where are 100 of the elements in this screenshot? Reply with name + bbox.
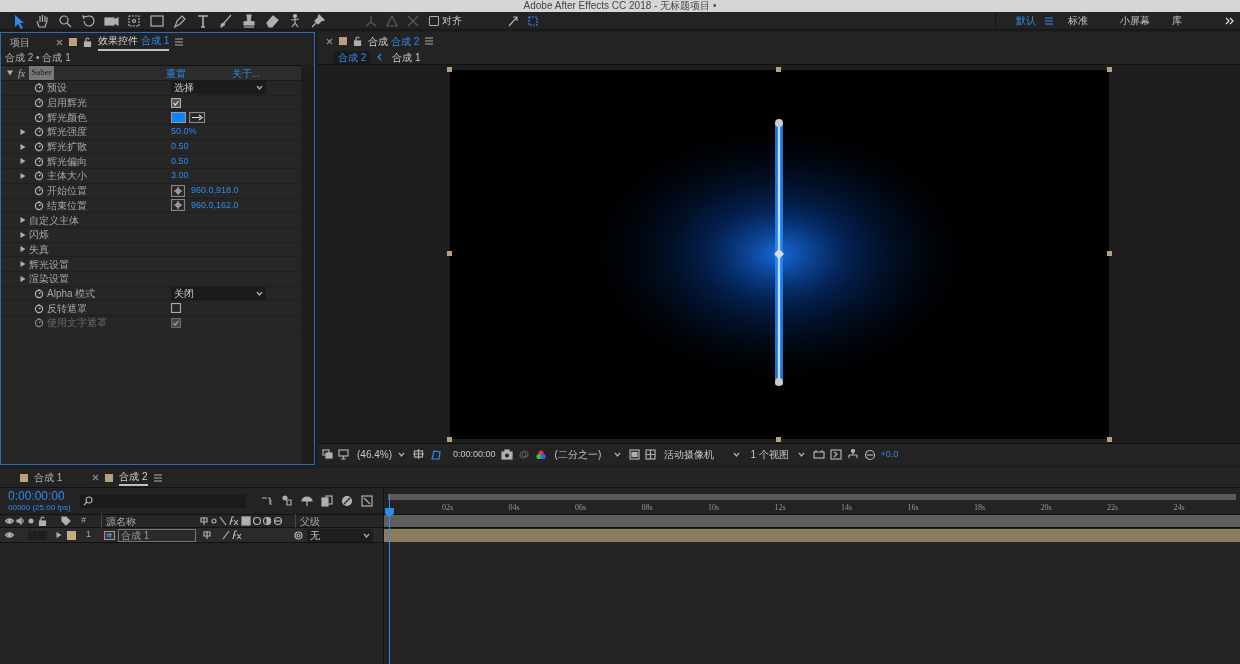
text-tool-icon[interactable] bbox=[195, 12, 211, 29]
brush-icon[interactable] bbox=[218, 12, 234, 29]
stopwatch-icon[interactable] bbox=[34, 185, 44, 197]
crosshair-icon[interactable] bbox=[171, 184, 185, 197]
views-dropdown[interactable]: 1 个视图 bbox=[747, 447, 808, 462]
property-group-label[interactable]: 渲染设置 bbox=[29, 271, 69, 287]
monitor-icon[interactable] bbox=[338, 449, 349, 460]
panel-tab[interactable]: 合成 合成 2 bbox=[368, 33, 420, 49]
search-field[interactable] bbox=[80, 494, 246, 508]
transform-handle[interactable] bbox=[775, 436, 781, 442]
menu-icon[interactable] bbox=[425, 37, 434, 45]
menu-icon[interactable] bbox=[153, 473, 162, 482]
speaker-icon[interactable] bbox=[16, 517, 25, 525]
menu-icon[interactable] bbox=[175, 38, 184, 46]
workspace-tab[interactable]: 小屏幕 bbox=[1120, 13, 1172, 28]
close-icon[interactable] bbox=[56, 38, 63, 46]
stopwatch-icon[interactable] bbox=[34, 155, 44, 167]
snapshot-layers-icon[interactable] bbox=[322, 449, 333, 460]
fast-preview-icon[interactable] bbox=[812, 448, 825, 461]
pin-icon[interactable] bbox=[310, 12, 326, 29]
current-time[interactable]: 0:00:00:00 bbox=[8, 489, 80, 503]
playhead-handle[interactable] bbox=[385, 508, 394, 516]
dropdown[interactable]: 选择 bbox=[171, 81, 266, 95]
transform-handle[interactable] bbox=[1106, 436, 1112, 442]
color-swatch[interactable] bbox=[171, 111, 186, 123]
transform-handle[interactable] bbox=[1106, 66, 1112, 72]
layer-name-field[interactable]: 合成 1 bbox=[118, 528, 196, 542]
graph-editor-icon[interactable] bbox=[361, 495, 373, 507]
expand-arrow-icon[interactable] bbox=[20, 275, 26, 282]
transform-handle[interactable] bbox=[1106, 250, 1112, 256]
parent-dropdown[interactable]: 无 bbox=[307, 528, 373, 542]
expand-arrow-icon[interactable] bbox=[20, 231, 26, 238]
flowchart-icon[interactable] bbox=[846, 448, 859, 461]
bounding-box-icon[interactable] bbox=[526, 13, 540, 28]
camera-icon[interactable] bbox=[500, 449, 513, 460]
lock-icon[interactable] bbox=[353, 36, 362, 46]
lock-icon[interactable] bbox=[83, 37, 92, 47]
property-group-label[interactable]: 失真 bbox=[29, 241, 49, 257]
workspace-tab[interactable]: 标准 bbox=[1068, 13, 1120, 28]
frame-blending-icon[interactable] bbox=[321, 495, 333, 507]
chevron-left-icon[interactable] bbox=[376, 53, 383, 61]
property-group-label[interactable]: 辉光设置 bbox=[29, 256, 69, 272]
workspace-tab[interactable]: 库 bbox=[1172, 13, 1224, 28]
draft-3d-icon[interactable] bbox=[281, 495, 293, 507]
expand-arrow-icon[interactable] bbox=[20, 172, 26, 179]
stopwatch-icon[interactable] bbox=[34, 126, 44, 138]
breadcrumb-tab[interactable]: 合成 2 bbox=[333, 50, 372, 64]
snap-arrow-icon[interactable] bbox=[506, 13, 520, 28]
stopwatch-icon[interactable] bbox=[34, 170, 44, 182]
zoom-dropdown[interactable]: (46.4%) bbox=[354, 447, 408, 462]
rectangle-icon[interactable] bbox=[149, 12, 165, 29]
stopwatch-icon[interactable] bbox=[34, 82, 44, 94]
lock-icon[interactable] bbox=[38, 516, 47, 526]
hide-layers-icon[interactable] bbox=[301, 495, 313, 507]
crosshair-icon[interactable] bbox=[171, 199, 185, 212]
stopwatch-icon[interactable] bbox=[34, 317, 44, 329]
camera-dropdown[interactable]: 活动摄像机 bbox=[660, 447, 743, 462]
expand-arrow-icon[interactable] bbox=[20, 128, 26, 135]
property-group-label[interactable]: 自定义主体 bbox=[29, 212, 79, 228]
pan-behind-icon[interactable] bbox=[126, 12, 142, 29]
checkbox[interactable] bbox=[171, 303, 181, 314]
timeline-tab[interactable]: 合成 1 bbox=[34, 470, 63, 485]
tag-icon[interactable] bbox=[61, 516, 71, 526]
workspace-tab[interactable]: 默认 bbox=[1016, 13, 1068, 28]
pick-whip-icon[interactable] bbox=[294, 530, 303, 540]
reset-link[interactable]: 重置 bbox=[165, 65, 186, 81]
chevrons-icon[interactable] bbox=[1224, 15, 1234, 26]
timeline-tab[interactable]: 合成 2 bbox=[119, 469, 148, 486]
value-link[interactable]: 960.0,162.0 bbox=[191, 198, 239, 213]
timeline-icon[interactable] bbox=[829, 448, 842, 461]
checkbox[interactable] bbox=[171, 97, 181, 108]
motion-blur-icon[interactable] bbox=[341, 495, 353, 507]
value-link[interactable]: 3.00 bbox=[171, 169, 189, 183]
close-icon[interactable] bbox=[326, 37, 333, 45]
stopwatch-icon[interactable] bbox=[34, 302, 44, 314]
expand-arrow-icon[interactable] bbox=[20, 158, 26, 165]
panel-tab[interactable]: 项目 bbox=[10, 34, 30, 50]
stopwatch-icon[interactable] bbox=[34, 141, 44, 153]
mask-icon[interactable] bbox=[430, 448, 442, 461]
exposure-value[interactable]: +0.0 bbox=[880, 447, 899, 462]
shy-switch-icon[interactable] bbox=[261, 495, 273, 507]
value-link[interactable]: 0.50 bbox=[171, 139, 189, 154]
region-icon[interactable] bbox=[628, 449, 640, 460]
panel-tab[interactable]: 效果控件 合成 1 bbox=[98, 33, 170, 51]
stopwatch-icon[interactable] bbox=[34, 287, 44, 299]
eye-icon[interactable] bbox=[5, 517, 14, 525]
transform-handle[interactable] bbox=[446, 436, 452, 442]
solo-dot-icon[interactable] bbox=[27, 517, 35, 525]
label-color-swatch[interactable] bbox=[67, 530, 76, 540]
value-link[interactable]: 960.0,918.0 bbox=[191, 183, 239, 198]
hand-icon[interactable] bbox=[34, 12, 50, 29]
stopwatch-icon[interactable] bbox=[34, 199, 44, 211]
stopwatch-icon[interactable] bbox=[34, 111, 44, 123]
transform-handle[interactable] bbox=[775, 66, 781, 72]
expand-arrow-icon[interactable] bbox=[56, 532, 62, 538]
rotate-icon[interactable] bbox=[80, 12, 96, 29]
transform-handle[interactable] bbox=[446, 250, 452, 256]
color-channels-icon[interactable] bbox=[534, 448, 547, 461]
eye-icon[interactable] bbox=[5, 531, 14, 539]
timecode[interactable]: 0:00:00:00 bbox=[453, 447, 496, 462]
